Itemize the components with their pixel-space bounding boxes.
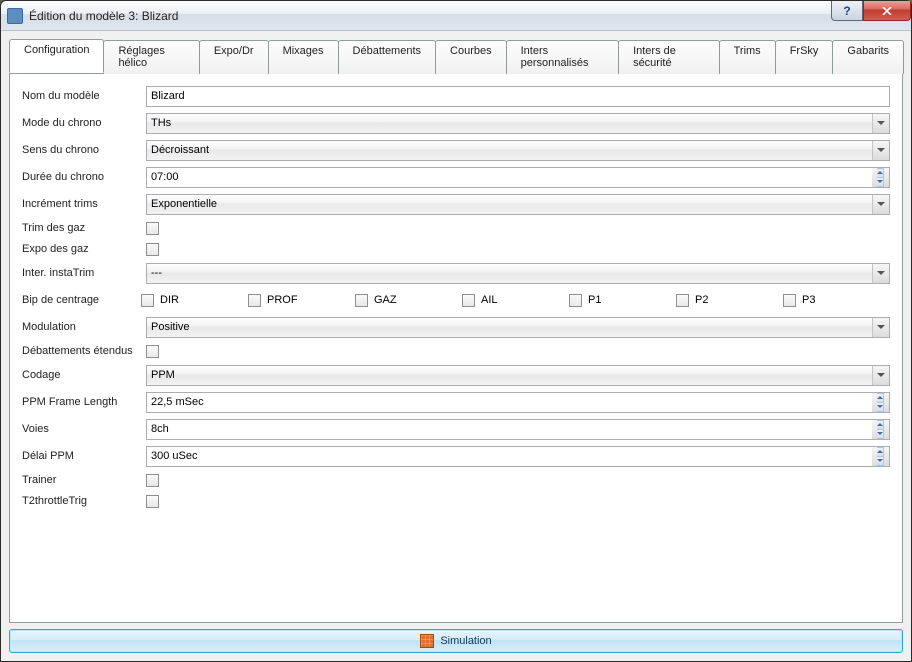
tab-trims[interactable]: Trims [719,40,776,74]
channels-stepper[interactable]: 8ch [146,419,890,440]
titlebar: Édition du modèle 3: Blizard ? [1,1,911,31]
label-ppm-frame: PPM Frame Length [22,396,146,408]
label-encoding: Codage [22,369,146,381]
extended-limits-checkbox[interactable] [146,345,159,358]
simulation-icon [420,634,434,648]
simulation-label: Simulation [440,635,491,647]
spin-down-icon[interactable] [877,177,884,187]
close-button[interactable] [863,1,911,21]
simulation-button[interactable]: Simulation [9,629,903,653]
label-thr-trim: Trim des gaz [22,222,146,234]
ppm-frame-stepper[interactable]: 22,5 mSec [146,392,890,413]
tab-debattements[interactable]: Débattements [338,40,436,74]
window-buttons: ? [831,1,911,21]
tab-expo-dr[interactable]: Expo/Dr [199,40,269,74]
modulation-select[interactable]: Positive [146,317,890,338]
client-area: Configuration Réglages hélico Expo/Dr Mi… [1,31,911,661]
chevron-down-icon [872,264,889,283]
center-beep-p3-checkbox[interactable] [783,294,796,307]
label-ppm-delay: Délai PPM [22,450,146,462]
spin-down-icon[interactable] [877,402,884,412]
timer-mode-select[interactable]: THs [146,113,890,134]
chevron-down-icon [872,366,889,385]
label-timer-mode: Mode du chrono [22,117,146,129]
tab-gabarits[interactable]: Gabarits [832,40,904,74]
trainer-checkbox[interactable] [146,474,159,487]
tab-inters-personnalises[interactable]: Inters personnalisés [506,40,619,74]
throttle-trim-checkbox[interactable] [146,222,159,235]
label-t2throttle: T2throttleTrig [22,495,146,507]
close-icon [882,7,892,15]
chevron-down-icon [872,114,889,133]
timer-duration-stepper[interactable]: 07:00 [146,167,890,188]
label-trainer: Trainer [22,474,146,486]
center-beep-dir-checkbox[interactable] [141,294,154,307]
tab-strip: Configuration Réglages hélico Expo/Dr Mi… [9,39,903,73]
app-icon [7,8,23,24]
center-beep-prof-checkbox[interactable] [248,294,261,307]
center-beep-gaz-checkbox[interactable] [355,294,368,307]
label-ext-limits: Débattements étendus [22,345,146,357]
label-instatrim: Inter. instaTrim [22,267,146,279]
label-timer-dur: Durée du chrono [22,171,146,183]
model-name-field[interactable] [146,86,890,107]
spin-down-icon[interactable] [877,456,884,466]
label-center-beep: Bip de centrage [22,294,141,306]
label-modulation: Modulation [22,321,146,333]
ppm-delay-stepper[interactable]: 300 uSec [146,446,890,467]
tab-frsky[interactable]: FrSky [775,40,834,74]
window-title: Édition du modèle 3: Blizard [29,9,178,23]
tab-reglages-helico[interactable]: Réglages hélico [103,40,199,74]
window: Édition du modèle 3: Blizard ? Configura… [0,0,912,662]
trim-increment-select[interactable]: Exponentielle [146,194,890,215]
tab-configuration[interactable]: Configuration [9,39,104,73]
label-model-name: Nom du modèle [22,90,146,102]
center-beep-group: DIR PROF GAZ AIL P1 P2 P3 [141,294,890,307]
chevron-down-icon [872,318,889,337]
help-button[interactable]: ? [831,1,863,21]
label-channels: Voies [22,423,146,435]
center-beep-ail-checkbox[interactable] [462,294,475,307]
tab-inters-securite[interactable]: Inters de sécurité [618,40,720,74]
instatrim-select[interactable]: --- [146,263,890,284]
label-timer-dir: Sens du chrono [22,144,146,156]
label-trim-inc: Incrément trims [22,198,146,210]
help-icon: ? [843,4,850,18]
spin-up-icon[interactable] [877,447,884,456]
spin-up-icon[interactable] [877,393,884,402]
throttle-expo-checkbox[interactable] [146,243,159,256]
spin-up-icon[interactable] [877,420,884,429]
label-thr-expo: Expo des gaz [22,243,146,255]
spin-down-icon[interactable] [877,429,884,439]
t2throttle-checkbox[interactable] [146,495,159,508]
tab-mixages[interactable]: Mixages [268,40,339,74]
center-beep-p2-checkbox[interactable] [676,294,689,307]
tab-panel-configuration: Nom du modèle Mode du chrono THs Sens du… [9,73,903,623]
chevron-down-icon [872,141,889,160]
timer-direction-select[interactable]: Décroissant [146,140,890,161]
chevron-down-icon [872,195,889,214]
spin-up-icon[interactable] [877,168,884,177]
encoding-select[interactable]: PPM [146,365,890,386]
tab-courbes[interactable]: Courbes [435,40,507,74]
center-beep-p1-checkbox[interactable] [569,294,582,307]
